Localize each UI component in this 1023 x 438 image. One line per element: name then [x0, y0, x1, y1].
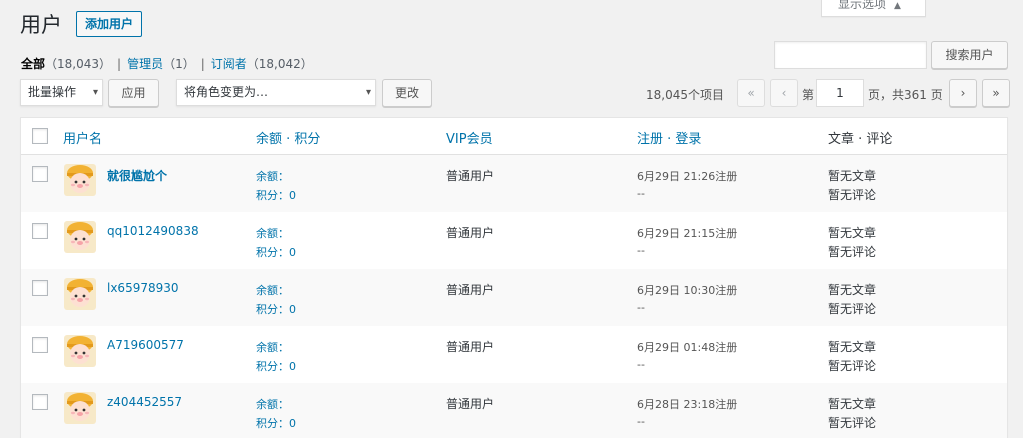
posts-count: 暂无文章 [828, 226, 877, 240]
screen-options-label: 显示选项 [838, 0, 887, 11]
last-login: -- [637, 244, 645, 257]
last-login: -- [637, 187, 645, 200]
filter-all-label: 全部 [21, 57, 46, 71]
comments-count: 暂无评论 [828, 359, 877, 373]
user-avatar [64, 392, 96, 424]
user-role-filter: 全部（18,043） | 管理员（1） | 订阅者（18,042） [21, 55, 313, 72]
filter-subscriber-label: 订阅者 [210, 57, 247, 71]
filter-all[interactable]: 全部（18,043） [21, 55, 111, 72]
points-label: 积分：0 [256, 303, 296, 316]
comments-count: 暂无评论 [828, 302, 877, 316]
comments-count: 暂无评论 [828, 416, 877, 430]
filter-separator: | [117, 57, 122, 71]
filter-all-count: （18,043） [45, 57, 112, 71]
last-page-button[interactable]: » [982, 79, 1010, 107]
column-posts-comments: 文章 · 评论 [828, 132, 893, 147]
filter-subscriber-count: （18,042） [246, 57, 313, 71]
user-avatar [64, 164, 96, 196]
add-user-button[interactable]: 添加用户 [76, 11, 143, 37]
current-page-input[interactable]: 1 [816, 79, 864, 107]
filter-administrator-label: 管理员 [127, 57, 164, 71]
select-all-checkbox[interactable] [32, 128, 48, 144]
change-role-value: 将角色变更为… [184, 85, 269, 99]
posts-count: 暂无文章 [828, 397, 877, 411]
table-row: 就很尴尬个 余额： 积分：0 普通用户 6月29日 21:26注册 -- 暂无文章暂无评论 [21, 155, 1007, 212]
row-checkbox[interactable] [32, 280, 48, 296]
change-role-select[interactable]: 将角色变更为… ▾ [176, 79, 376, 106]
points-label: 积分：0 [256, 417, 296, 430]
chevron-down-icon: ▾ [365, 87, 371, 98]
vip-status: 普通用户 [446, 169, 495, 183]
user-avatar [64, 221, 96, 253]
user-avatar [64, 278, 96, 310]
registered-date: 6月28日 23:18注册 [637, 398, 738, 411]
points-label: 积分：0 [256, 246, 296, 259]
vip-status: 普通用户 [446, 340, 495, 354]
registered-date: 6月29日 21:15注册 [637, 227, 738, 240]
prev-page-button[interactable]: ‹ [770, 79, 798, 107]
posts-count: 暂无文章 [828, 169, 877, 183]
registered-date: 6月29日 21:26注册 [637, 170, 738, 183]
table-row: z404452557 余额： 积分：0 普通用户 6月28日 23:18注册 -- 暂无文章… [21, 383, 1007, 438]
posts-count: 暂无文章 [828, 340, 877, 354]
row-checkbox[interactable] [32, 337, 48, 353]
chevron-down-icon: ▾ [92, 87, 98, 98]
username-link[interactable]: A719600577 [107, 338, 184, 352]
screen-options-button[interactable]: 显示选项 ▲ [821, 0, 926, 17]
comments-count: 暂无评论 [828, 188, 877, 202]
page-label-prefix: 第 [802, 88, 815, 102]
filter-administrator-count: （1） [163, 57, 195, 71]
column-register-login[interactable]: 注册 · 登录 [637, 128, 701, 147]
column-balance-points[interactable]: 余额 · 积分 [256, 128, 320, 147]
bulk-actions-value: 批量操作 [28, 85, 77, 99]
comments-count: 暂无评论 [828, 245, 877, 259]
balance-label: 余额： [256, 170, 289, 183]
row-checkbox[interactable] [32, 223, 48, 239]
posts-count: 暂无文章 [828, 283, 877, 297]
table-row: lx65978930 余额： 积分：0 普通用户 6月29日 10:30注册 -- 暂无文章… [21, 269, 1007, 326]
balance-label: 余额： [256, 341, 289, 354]
last-login: -- [637, 358, 645, 371]
balance-label: 余额： [256, 398, 289, 411]
last-login: -- [637, 301, 645, 314]
column-vip[interactable]: VIP会员 [446, 128, 493, 147]
table-row: qq1012490838 余额： 积分：0 普通用户 6月29日 21:15注册 -- 暂无… [21, 212, 1007, 269]
username-link[interactable]: 就很尴尬个 [107, 167, 167, 184]
bulk-actions-select[interactable]: 批量操作 ▾ [20, 79, 103, 106]
column-username[interactable]: 用户名 [63, 128, 102, 147]
username-link[interactable]: qq1012490838 [107, 224, 199, 238]
vip-status: 普通用户 [446, 283, 495, 297]
balance-label: 余额： [256, 227, 289, 240]
table-header: 用户名 余额 · 积分 VIP会员 注册 · 登录 文章 · 评论 [21, 118, 1007, 155]
search-input[interactable] [774, 41, 927, 69]
filter-administrator[interactable]: 管理员（1） [127, 55, 195, 72]
page-title: 用户 [20, 13, 62, 37]
vip-status: 普通用户 [446, 397, 495, 411]
row-checkbox[interactable] [32, 394, 48, 410]
search-users-button[interactable]: 搜索用户 [931, 41, 1008, 69]
change-role-button[interactable]: 更改 [382, 79, 432, 107]
username-link[interactable]: z404452557 [107, 395, 182, 409]
triangle-up-icon: ▲ [894, 1, 901, 11]
points-label: 积分：0 [256, 189, 296, 202]
balance-label: 余额： [256, 284, 289, 297]
next-page-button[interactable]: › [949, 79, 977, 107]
vip-status: 普通用户 [446, 226, 495, 240]
page-label-suffix: 页，共361 页 [868, 88, 943, 102]
last-login: -- [637, 415, 645, 428]
filter-separator: | [200, 57, 205, 71]
user-avatar [64, 335, 96, 367]
points-label: 积分：0 [256, 360, 296, 373]
items-count: 18,045个项目 [646, 88, 724, 102]
apply-button[interactable]: 应用 [108, 79, 159, 107]
first-page-button[interactable]: « [737, 79, 765, 107]
users-table: 用户名 余额 · 积分 VIP会员 注册 · 登录 文章 · 评论 就很尴尬个余… [20, 117, 1008, 438]
filter-subscriber[interactable]: 订阅者（18,042） [211, 55, 313, 72]
username-link[interactable]: lx65978930 [107, 281, 179, 295]
registered-date: 6月29日 10:30注册 [637, 284, 738, 297]
table-row: A719600577 余额： 积分：0 普通用户 6月29日 01:48注册 -- 暂无文章… [21, 326, 1007, 383]
row-checkbox[interactable] [32, 166, 48, 182]
registered-date: 6月29日 01:48注册 [637, 341, 738, 354]
